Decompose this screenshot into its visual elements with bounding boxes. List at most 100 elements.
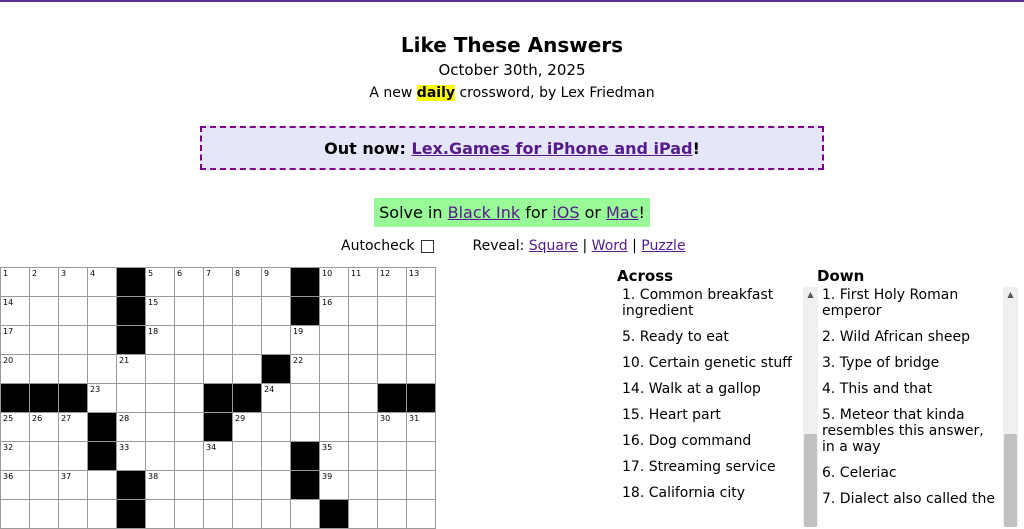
grid-cell[interactable] (378, 355, 407, 384)
grid-cell[interactable] (59, 297, 88, 326)
grid-cell[interactable] (59, 442, 88, 471)
grid-cell[interactable] (30, 355, 59, 384)
grid-cell[interactable]: 30 (378, 413, 407, 442)
grid-cell[interactable] (262, 471, 291, 500)
grid-cell[interactable]: 4 (88, 268, 117, 297)
grid-cell[interactable] (407, 297, 436, 326)
grid-cell[interactable] (175, 442, 204, 471)
grid-cell[interactable] (59, 326, 88, 355)
grid-cell[interactable] (204, 297, 233, 326)
grid-cell[interactable] (30, 471, 59, 500)
grid-cell[interactable] (204, 471, 233, 500)
grid-cell[interactable] (320, 413, 349, 442)
grid-cell[interactable]: 17 (1, 326, 30, 355)
grid-cell[interactable]: 7 (204, 268, 233, 297)
grid-cell[interactable]: 11 (349, 268, 378, 297)
scroll-up-icon[interactable]: ▲ (1003, 287, 1018, 302)
grid-cell[interactable] (262, 500, 291, 529)
across-scrollbar[interactable]: ▲ (803, 287, 818, 527)
mac-link[interactable]: Mac (606, 203, 638, 222)
lex-games-link[interactable]: Lex.Games for iPhone and iPad (412, 139, 693, 158)
down-clue[interactable]: 6. Celeriac (817, 465, 1003, 481)
down-scrollbar[interactable]: ▲ (1003, 287, 1018, 527)
grid-cell[interactable]: 5 (146, 268, 175, 297)
grid-cell[interactable] (175, 326, 204, 355)
across-clue[interactable]: 14. Walk at a gallop (617, 381, 803, 397)
scroll-thumb[interactable] (1004, 434, 1017, 527)
grid-cell[interactable] (407, 442, 436, 471)
grid-cell[interactable] (59, 500, 88, 529)
grid-cell[interactable]: 23 (88, 384, 117, 413)
grid-cell[interactable] (88, 326, 117, 355)
grid-cell[interactable] (407, 500, 436, 529)
grid-cell[interactable] (349, 326, 378, 355)
black-ink-link[interactable]: Black Ink (448, 203, 521, 222)
reveal-square-link[interactable]: Square (529, 238, 578, 254)
grid-cell[interactable] (349, 413, 378, 442)
grid-cell[interactable] (233, 297, 262, 326)
grid-cell[interactable] (175, 413, 204, 442)
grid-cell[interactable]: 16 (320, 297, 349, 326)
grid-cell[interactable]: 21 (117, 355, 146, 384)
grid-cell[interactable] (233, 500, 262, 529)
grid-cell[interactable]: 36 (1, 471, 30, 500)
grid-cell[interactable] (349, 471, 378, 500)
grid-cell[interactable] (349, 297, 378, 326)
down-clue[interactable]: 5. Meteor that kinda resembles this answ… (817, 407, 1003, 455)
grid-cell[interactable] (262, 442, 291, 471)
grid-cell[interactable]: 31 (407, 413, 436, 442)
grid-cell[interactable] (233, 471, 262, 500)
grid-cell[interactable] (30, 500, 59, 529)
grid-cell[interactable] (378, 500, 407, 529)
grid-cell[interactable]: 38 (146, 471, 175, 500)
down-clue[interactable]: 7. Dialect also called the (817, 491, 1003, 507)
across-clue[interactable]: 16. Dog command (617, 433, 803, 449)
grid-cell[interactable]: 37 (59, 471, 88, 500)
grid-cell[interactable] (30, 326, 59, 355)
grid-cell[interactable] (88, 471, 117, 500)
grid-cell[interactable]: 25 (1, 413, 30, 442)
grid-cell[interactable]: 13 (407, 268, 436, 297)
down-clue[interactable]: 3. Type of bridge (817, 355, 1003, 371)
grid-cell[interactable]: 8 (233, 268, 262, 297)
grid-cell[interactable] (117, 384, 146, 413)
grid-cell[interactable]: 29 (233, 413, 262, 442)
grid-cell[interactable] (407, 326, 436, 355)
grid-cell[interactable]: 10 (320, 268, 349, 297)
grid-cell[interactable]: 22 (291, 355, 320, 384)
autocheck-checkbox[interactable] (420, 239, 434, 253)
grid-cell[interactable] (349, 355, 378, 384)
grid-cell[interactable]: 26 (30, 413, 59, 442)
grid-cell[interactable]: 19 (291, 326, 320, 355)
grid-cell[interactable]: 24 (262, 384, 291, 413)
across-clue[interactable]: 5. Ready to eat (617, 329, 803, 345)
grid-cell[interactable] (146, 355, 175, 384)
grid-cell[interactable] (291, 500, 320, 529)
grid-cell[interactable] (1, 500, 30, 529)
grid-cell[interactable] (262, 297, 291, 326)
grid-cell[interactable]: 28 (117, 413, 146, 442)
grid-cell[interactable] (262, 326, 291, 355)
grid-cell[interactable] (88, 297, 117, 326)
grid-cell[interactable]: 32 (1, 442, 30, 471)
grid-cell[interactable]: 34 (204, 442, 233, 471)
grid-cell[interactable] (407, 471, 436, 500)
scroll-up-icon[interactable]: ▲ (803, 287, 818, 302)
grid-cell[interactable] (146, 442, 175, 471)
grid-cell[interactable] (146, 500, 175, 529)
grid-cell[interactable]: 9 (262, 268, 291, 297)
grid-cell[interactable] (378, 442, 407, 471)
grid-cell[interactable]: 3 (59, 268, 88, 297)
reveal-word-link[interactable]: Word (592, 238, 628, 254)
grid-cell[interactable] (378, 297, 407, 326)
grid-cell[interactable] (204, 326, 233, 355)
grid-cell[interactable] (378, 326, 407, 355)
grid-cell[interactable] (204, 500, 233, 529)
across-clue[interactable]: 18. California city (617, 485, 803, 501)
grid-cell[interactable] (233, 326, 262, 355)
grid-cell[interactable] (349, 500, 378, 529)
reveal-puzzle-link[interactable]: Puzzle (641, 238, 685, 254)
across-clue[interactable]: 15. Heart part (617, 407, 803, 423)
grid-cell[interactable] (146, 384, 175, 413)
grid-cell[interactable]: 6 (175, 268, 204, 297)
